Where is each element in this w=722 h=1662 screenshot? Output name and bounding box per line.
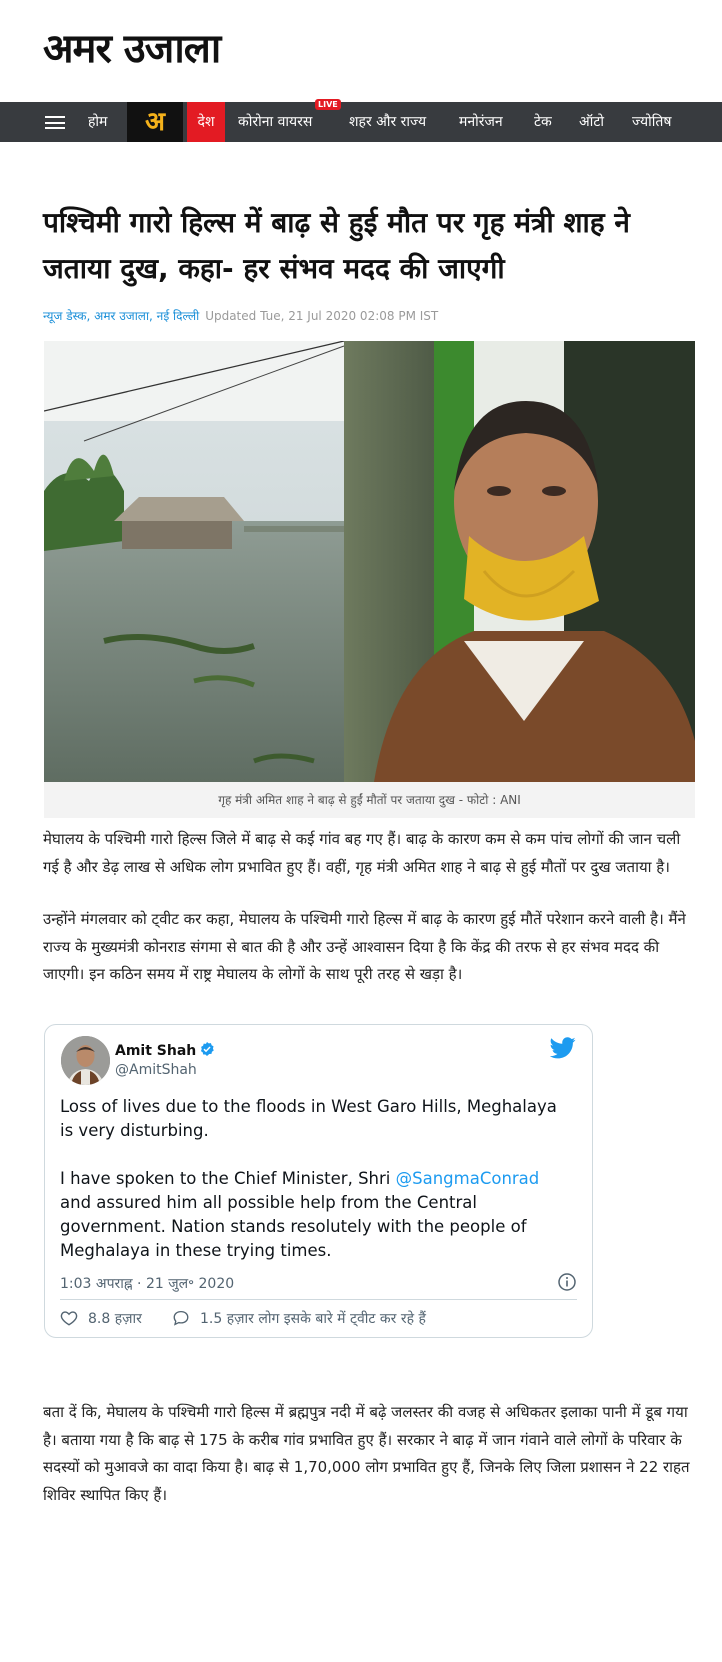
article-paragraph: मेघालय के पश्चिमी गारो हिल्स जिले में बा… [43, 830, 681, 876]
brand-badge-icon[interactable]: अ [127, 102, 183, 142]
nav-item-auto[interactable]: ऑटो [579, 102, 604, 142]
site-header: अमर उजाला [0, 0, 722, 102]
tweet-author-name[interactable]: Amit Shah [115, 1041, 215, 1059]
like-button[interactable]: 8.8 हज़ार [60, 1309, 142, 1328]
tweet-text-segment: I have spoken to the Chief Minister, Shr… [60, 1169, 396, 1188]
tweet-author-handle[interactable]: @AmitShah [115, 1062, 197, 1078]
twitter-bird-icon[interactable] [550, 1037, 576, 1059]
article-paragraph: बता दें कि, मेघालय के पश्चिमी गारो हिल्स… [43, 1403, 690, 1504]
tweet-text-segment: and assured him all possible help from t… [60, 1193, 527, 1260]
tweet-divider [60, 1299, 577, 1300]
site-logo[interactable]: अमर उजाला [43, 22, 221, 76]
nav-item-entertainment[interactable]: मनोरंजन [459, 102, 503, 142]
article-byline: न्यूज डेस्क, अमर उजाला, नई दिल्ली Updated… [43, 307, 438, 324]
nav-item-corona[interactable]: कोरोना वायरस [238, 102, 312, 142]
article-paragraph: उन्होंने मंगलवार को ट्वीट कर कहा, मेघालय… [43, 910, 686, 983]
tweet-text-line: Loss of lives due to the floods in West … [60, 1097, 557, 1140]
nav-item-astrology[interactable]: ज्योतिष [632, 102, 671, 142]
verified-icon [201, 1042, 214, 1056]
reply-button[interactable]: 1.5 हज़ार लोग इसके बारे में ट्वीट कर रहे… [172, 1309, 426, 1328]
live-badge: LIVE [315, 99, 341, 110]
nav-item-city-state[interactable]: शहर और राज्य [349, 102, 426, 142]
nav-item-home[interactable]: होम [88, 102, 107, 142]
tweet-text-line: I have spoken to the Chief Minister, Shr… [60, 1167, 570, 1263]
nav-item-desh[interactable]: देश [187, 102, 225, 142]
info-icon[interactable] [557, 1272, 577, 1292]
heart-icon [60, 1311, 78, 1326]
tweet-author-label: Amit Shah [115, 1043, 197, 1059]
reply-icon [173, 1310, 189, 1326]
updated-time: Updated Tue, 21 Jul 2020 02:08 PM IST [205, 309, 439, 323]
article-title: पश्चिमी गारो हिल्स में बाढ़ से हुई मौत प… [43, 206, 630, 285]
like-count: 8.8 हज़ार [88, 1311, 142, 1327]
nav-item-tech[interactable]: टेक [534, 102, 552, 142]
menu-icon[interactable] [45, 116, 65, 129]
tweet-text: Loss of lives due to the floods in West … [60, 1095, 570, 1263]
main-nav: होम अ देश कोरोना वायरस LIVE शहर और राज्य… [0, 99, 722, 142]
photo-caption: गृह मंत्री अमित शाह ने बाढ़ से हुईं मौतो… [44, 782, 695, 818]
author-link[interactable]: न्यूज डेस्क, अमर उजाला, नई दिल्ली [43, 309, 199, 323]
article-photo [44, 341, 695, 782]
embedded-tweet[interactable]: Amit Shah @AmitShah Loss of lives due to… [44, 1024, 593, 1338]
tweet-mention-link[interactable]: @SangmaConrad [396, 1169, 540, 1188]
reply-count: 1.5 हज़ार लोग इसके बारे में ट्वीट कर रहे… [200, 1311, 426, 1327]
avatar[interactable] [61, 1036, 110, 1085]
tweet-timestamp[interactable]: 1:03 अपराह्न · 21 जुल॰ 2020 [60, 1274, 234, 1293]
